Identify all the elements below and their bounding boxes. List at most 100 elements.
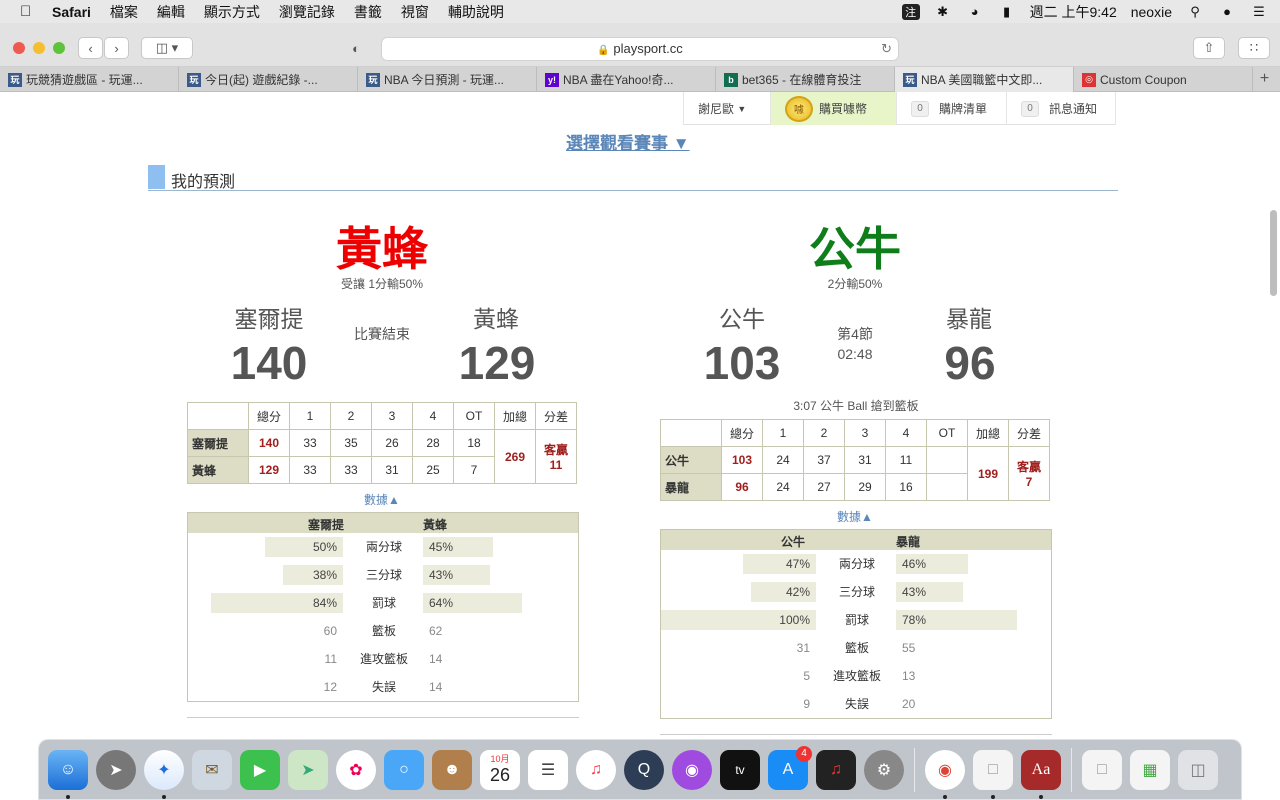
stat-away-value: 11 xyxy=(324,652,337,666)
shield-icon: ◐ xyxy=(352,40,360,56)
buy-coins-button[interactable]: 噱購買噱幣 xyxy=(770,92,896,125)
app-store-icon[interactable]: A4 xyxy=(768,745,812,790)
score-header: 總分 xyxy=(248,402,290,430)
wifi-icon[interactable]: ◕ xyxy=(966,4,984,20)
chrome-icon[interactable]: ◉ xyxy=(925,749,965,799)
forward-button[interactable]: › xyxy=(104,37,129,59)
game-status-text: 比賽結束 xyxy=(354,326,410,342)
browser-tab[interactable]: 玩今日(起) 遊戲紀錄 -... xyxy=(179,67,358,92)
share-button[interactable]: ⇧ xyxy=(1193,37,1225,59)
stat-home-value: 55 xyxy=(902,641,916,655)
sidebar-icon: ◫ ▾ xyxy=(155,40,179,55)
row-total: 140 xyxy=(248,429,290,457)
menu-window[interactable]: 視窗 xyxy=(401,2,429,22)
game-clock: 02:48 xyxy=(837,346,873,362)
stats-toggle-link[interactable]: 數據▲ xyxy=(805,508,905,525)
finder-icon[interactable]: ☺ xyxy=(48,749,88,799)
menu-view[interactable]: 顯示方式 xyxy=(204,2,260,22)
siri-icon[interactable]: ● xyxy=(1218,4,1236,20)
pick-game-link[interactable]: 選擇觀看賽事 ▼ xyxy=(566,129,690,154)
reminders-icon[interactable]: ☰ xyxy=(528,749,568,790)
tab-overview-button[interactable]: ∷ xyxy=(1238,37,1270,59)
downloads-stack-icon[interactable]: ▦ xyxy=(1130,749,1170,790)
user-menu[interactable]: 謝尼歐 ▼ xyxy=(683,92,770,125)
input-method-icon[interactable]: 注 xyxy=(901,3,920,20)
menu-user[interactable]: neoxie xyxy=(1131,4,1172,20)
notification-center-icon[interactable]: ☰ xyxy=(1250,4,1268,20)
browser-tab[interactable]: 玩 NBA 今日預測 - 玩運... xyxy=(358,67,537,92)
score-header: 2 xyxy=(803,419,845,447)
browser-tab[interactable]: ◎ Custom Coupon xyxy=(1074,67,1253,92)
trash-icon[interactable]: ◫ xyxy=(1178,749,1218,790)
apple-icon[interactable]:  xyxy=(20,3,38,20)
messages-icon[interactable]: ○ xyxy=(384,749,424,790)
minimize-window-button[interactable] xyxy=(33,42,45,54)
away-team-name: 塞爾提 xyxy=(234,306,304,332)
notifications-link[interactable]: 0 訊息通知 xyxy=(1006,92,1116,125)
dictionary-icon[interactable]: Aa xyxy=(1021,749,1061,799)
spotlight-search-icon[interactable]: ⚲ xyxy=(1186,4,1204,20)
scrollbar[interactable] xyxy=(1270,210,1277,296)
card-bottom-line xyxy=(660,734,1052,735)
contacts-icon[interactable]: ☻ xyxy=(432,749,472,790)
file-icon[interactable]: □ xyxy=(1082,749,1122,790)
cart-link[interactable]: 0 購牌清單 xyxy=(896,92,1006,125)
apple-tv-icon[interactable]: tv xyxy=(720,749,760,790)
browser-tab[interactable]: b bet365 - 在線體育投注 xyxy=(716,67,895,92)
close-window-button[interactable] xyxy=(13,42,25,54)
tab-label: 玩競猜遊戲區 - 玩運... xyxy=(26,73,143,87)
quicktime-icon[interactable]: Q xyxy=(624,749,664,790)
privacy-report-button[interactable]: ◐ xyxy=(340,37,372,59)
calendar-icon[interactable]: 10月 26 xyxy=(480,749,520,790)
document-icon[interactable]: □ xyxy=(973,749,1013,799)
menu-file[interactable]: 檔案 xyxy=(110,2,138,22)
tab-favicon-icon: ◎ xyxy=(1082,72,1096,87)
menu-app-name[interactable]: Safari xyxy=(52,4,91,20)
menu-bookmarks[interactable]: 書籤 xyxy=(354,2,382,22)
tab-bar: 玩玩競猜遊戲區 - 玩運... 玩今日(起) 遊戲紀錄 -... 玩 NBA 今日預測… xyxy=(0,67,1280,92)
mail-icon[interactable]: ✉ xyxy=(192,749,232,790)
browser-tab[interactable]: 玩玩競猜遊戲區 - 玩運... xyxy=(0,67,179,92)
address-bar[interactable]: 🔒 playsport.cc ↻ xyxy=(381,37,899,61)
browser-tab[interactable]: y! NBA 盡在Yahoo!奇... xyxy=(537,67,716,92)
score-table: 總分 1 2 3 4 OT 加總 分差 公牛 103 24 37 31 11 199 客贏 7 暴龍 96 24 27… xyxy=(660,419,1050,501)
dock-separator-2 xyxy=(1071,747,1072,792)
bluetooth-icon[interactable]: ✱ xyxy=(934,4,952,20)
sidebar-button[interactable]: ◫ ▾ xyxy=(141,37,193,59)
stats-toggle-link[interactable]: 數據▲ xyxy=(332,491,432,508)
tab-label: Custom Coupon xyxy=(1100,72,1187,87)
facetime-icon[interactable]: ▶ xyxy=(240,749,280,790)
stat-away-value: 42% xyxy=(751,582,816,602)
zoom-window-button[interactable] xyxy=(53,42,65,54)
score-diff: 客贏 11 xyxy=(535,429,577,484)
caret-down-icon: ▼ xyxy=(737,103,747,114)
menu-clock[interactable]: 週二 上午9:42 xyxy=(1030,2,1117,22)
score-header: 加總 xyxy=(494,402,536,430)
menu-edit[interactable]: 編輯 xyxy=(157,2,185,22)
cart-label: 購牌清單 xyxy=(939,102,988,116)
maps-icon[interactable]: ➤ xyxy=(288,749,328,790)
menu-history[interactable]: 瀏覽記錄 xyxy=(279,2,335,22)
site-user-nav: 謝尼歐 ▼ 噱購買噱幣 0 購牌清單 0 訊息通知 xyxy=(683,92,1116,125)
battery-icon[interactable]: ▮ xyxy=(998,4,1016,20)
system-preferences-icon[interactable]: ⚙ xyxy=(864,749,904,790)
voice-memos-icon[interactable]: ♫ xyxy=(816,749,856,790)
stat-home-value: 64% xyxy=(423,593,522,613)
music-icon[interactable]: ♫ xyxy=(576,749,616,790)
score-header: 1 xyxy=(289,402,331,430)
stat-label: 失誤 xyxy=(844,697,869,711)
menu-help[interactable]: 輔助說明 xyxy=(448,2,504,22)
stat-home-value: 78% xyxy=(896,610,1017,630)
podcasts-icon[interactable]: ◉ xyxy=(672,749,712,790)
back-button[interactable]: ‹ xyxy=(78,37,103,59)
safari-icon[interactable]: ✦ xyxy=(144,749,184,799)
browser-tab[interactable]: 玩 NBA 美國職籃中文即... xyxy=(895,67,1074,92)
new-tab-button[interactable]: + xyxy=(1253,67,1276,91)
photos-icon[interactable]: ✿ xyxy=(336,749,376,790)
launchpad-icon[interactable]: ➤ xyxy=(96,749,136,790)
web-content: 謝尼歐 ▼ 噱購買噱幣 0 購牌清單 0 訊息通知 選擇觀看賽事 ▼ 我的預測 黃蜂… xyxy=(0,92,1280,739)
quarter-score: 29 xyxy=(844,473,886,501)
quarter-score: 31 xyxy=(371,456,413,484)
reload-icon[interactable]: ↻ xyxy=(881,38,892,60)
stat-label: 失誤 xyxy=(371,680,396,694)
